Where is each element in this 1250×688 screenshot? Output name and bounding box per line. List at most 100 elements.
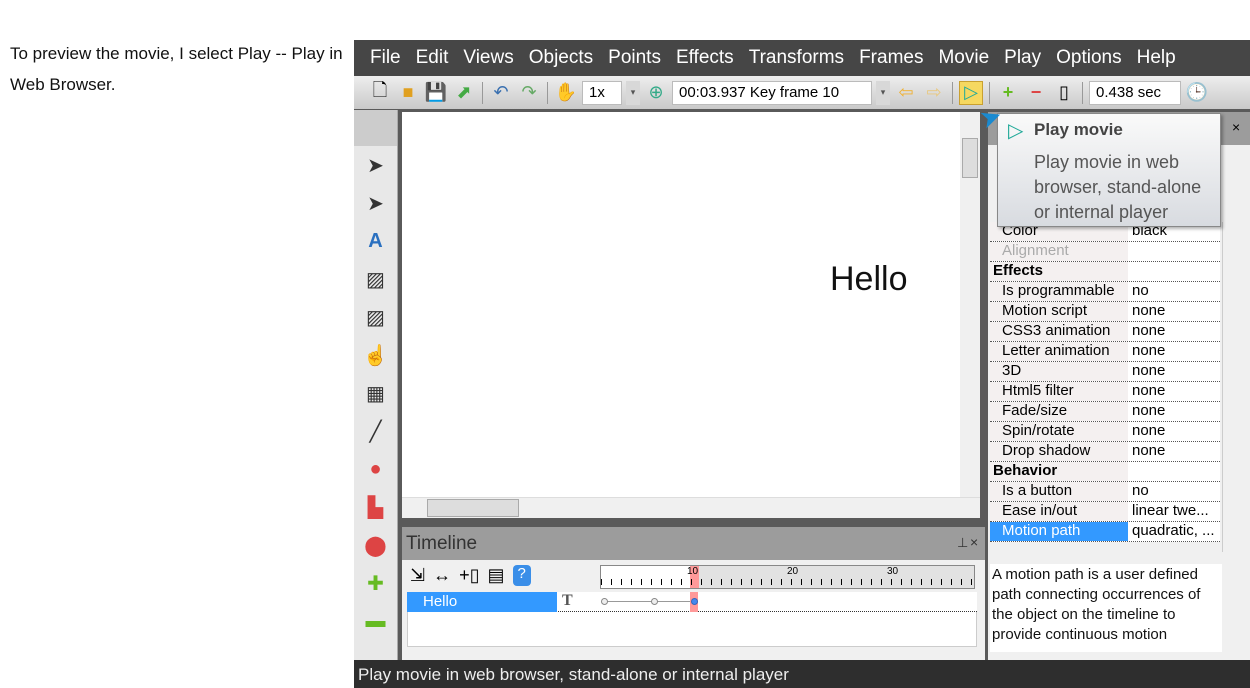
property-row[interactable]: Motion script none <box>990 302 1220 322</box>
previous-frame-icon[interactable]: ⇦ <box>894 81 918 105</box>
property-row[interactable]: Effects <box>990 262 1220 282</box>
select-arrow-icon[interactable]: ➤ <box>354 146 397 184</box>
add-point-icon[interactable]: ✚ <box>354 564 397 602</box>
property-value[interactable] <box>1128 462 1132 481</box>
property-value[interactable] <box>1128 242 1132 261</box>
property-value[interactable]: none <box>1128 422 1165 441</box>
property-row[interactable]: Alignment <box>990 242 1220 262</box>
property-value[interactable]: none <box>1128 402 1165 421</box>
frames-icon[interactable]: ▤ <box>488 565 505 586</box>
new-icon[interactable]: 🗋 <box>368 80 392 105</box>
ellipse-tool-icon[interactable]: ● <box>354 450 397 488</box>
polygon-tool-icon[interactable]: ▙ <box>354 488 397 526</box>
menu-play[interactable]: Play <box>1004 47 1041 69</box>
property-value[interactable]: none <box>1128 382 1165 401</box>
property-row[interactable]: Letter animation none <box>990 342 1220 362</box>
ruler-label: 30 <box>887 566 899 577</box>
remove-frame-icon[interactable]: − <box>1024 81 1048 105</box>
film-icon[interactable]: ▯ <box>1052 81 1076 105</box>
property-value[interactable]: quadratic, ... <box>1128 522 1215 541</box>
timeline-row[interactable]: Hello T <box>407 592 977 612</box>
pin-icon[interactable]: ⊥ <box>957 535 968 551</box>
chevron-down-icon[interactable]: ▾ <box>626 80 640 105</box>
property-value[interactable]: no <box>1128 482 1149 501</box>
property-name: Spin/rotate <box>990 422 1128 441</box>
remove-point-icon[interactable]: ▬ <box>354 602 397 640</box>
export-icon[interactable]: ⬈ <box>452 81 476 105</box>
stage-canvas[interactable]: Hello <box>402 112 960 497</box>
keyframe-marker-current[interactable] <box>691 598 698 605</box>
menu-effects[interactable]: Effects <box>676 47 734 69</box>
hello-text-object[interactable]: Hello <box>830 260 907 299</box>
video-tool-icon[interactable]: ▦ <box>354 374 397 412</box>
close-icon[interactable]: × <box>1232 119 1240 135</box>
image-sequence-icon[interactable]: ▨ <box>354 298 397 336</box>
property-value[interactable]: none <box>1128 342 1165 361</box>
canvas-vertical-scrollbar[interactable] <box>960 112 980 497</box>
point-select-icon[interactable]: ➤ <box>354 184 397 222</box>
property-row[interactable]: 3D none <box>990 362 1220 382</box>
menu-frames[interactable]: Frames <box>859 47 923 69</box>
property-row[interactable]: Behavior <box>990 462 1220 482</box>
clock-icon[interactable]: 🕒 <box>1185 81 1209 105</box>
property-row[interactable]: CSS3 animation none <box>990 322 1220 342</box>
property-value[interactable]: none <box>1128 322 1165 341</box>
stretch-icon[interactable]: ↔ <box>433 565 451 586</box>
menu-movie[interactable]: Movie <box>938 47 989 69</box>
property-value[interactable]: no <box>1128 282 1149 301</box>
undo-icon[interactable]: ↶ <box>489 81 513 105</box>
image-tool-icon[interactable]: ▨ <box>354 260 397 298</box>
property-name: Alignment <box>990 242 1128 261</box>
property-value[interactable]: none <box>1128 442 1165 461</box>
hand-icon[interactable]: ✋ <box>554 81 578 105</box>
curve-tool-icon[interactable]: ⬤ <box>354 526 397 564</box>
property-value[interactable] <box>1128 262 1132 281</box>
menu-objects[interactable]: Objects <box>529 47 593 69</box>
property-name: Drop shadow <box>990 442 1128 461</box>
property-row[interactable]: Spin/rotate none <box>990 422 1220 442</box>
menu-edit[interactable]: Edit <box>416 47 449 69</box>
property-row[interactable]: Html5 filter none <box>990 382 1220 402</box>
zoom-select[interactable]: 1x <box>582 80 622 105</box>
save-icon[interactable]: 💾 <box>424 81 448 105</box>
close-icon[interactable]: × <box>970 534 978 550</box>
menu-help[interactable]: Help <box>1137 47 1176 69</box>
timeline-ruler[interactable]: 10 20 30 <box>600 565 975 589</box>
property-value[interactable]: none <box>1128 302 1165 321</box>
timeline-row-label[interactable]: Hello <box>407 592 557 612</box>
canvas-horizontal-scrollbar[interactable] <box>402 497 980 518</box>
property-value[interactable]: linear twe... <box>1128 502 1209 521</box>
property-row[interactable]: Motion path quadratic, ... <box>990 522 1220 542</box>
duration-field[interactable]: 0.438 sec <box>1089 80 1181 105</box>
menu-file[interactable]: File <box>370 47 401 69</box>
insert-frame-icon[interactable]: +▯ <box>459 565 479 586</box>
keyframe-marker[interactable] <box>651 598 658 605</box>
menu-views[interactable]: Views <box>463 47 513 69</box>
help-icon[interactable]: ? <box>512 565 531 586</box>
text-tool-icon[interactable]: A <box>354 222 397 260</box>
property-description: A motion path is a user defined path con… <box>990 564 1222 652</box>
property-row[interactable]: Ease in/out linear twe... <box>990 502 1220 522</box>
property-name: Is a button <box>990 482 1128 501</box>
property-row[interactable]: Drop shadow none <box>990 442 1220 462</box>
property-value[interactable]: none <box>1128 362 1165 381</box>
button-tool-icon[interactable]: ☝ <box>354 336 397 374</box>
frame-select[interactable]: 00:03.937 Key frame 10 <box>672 80 872 105</box>
line-tool-icon[interactable]: ╱ <box>354 412 397 450</box>
play-movie-button[interactable]: ▷ <box>959 80 983 105</box>
next-frame-icon[interactable]: ⇨ <box>922 81 946 105</box>
property-row[interactable]: Is a button no <box>990 482 1220 502</box>
redo-icon[interactable]: ↷ <box>517 81 541 105</box>
menu-points[interactable]: Points <box>608 47 661 69</box>
property-row[interactable]: Fade/size none <box>990 402 1220 422</box>
chevron-down-icon[interactable]: ▾ <box>876 80 890 105</box>
move-layer-icon[interactable]: ⇲ <box>410 565 425 586</box>
menu-options[interactable]: Options <box>1056 47 1121 69</box>
keyframe-marker[interactable] <box>601 598 608 605</box>
property-row[interactable]: Is programmable no <box>990 282 1220 302</box>
open-folder-icon[interactable]: ■ <box>396 81 420 105</box>
zoom-in-icon[interactable]: ⊕ <box>644 81 668 105</box>
property-scrollbar[interactable] <box>1222 222 1242 552</box>
add-frame-icon[interactable]: + <box>996 81 1020 105</box>
menu-transforms[interactable]: Transforms <box>749 47 844 69</box>
